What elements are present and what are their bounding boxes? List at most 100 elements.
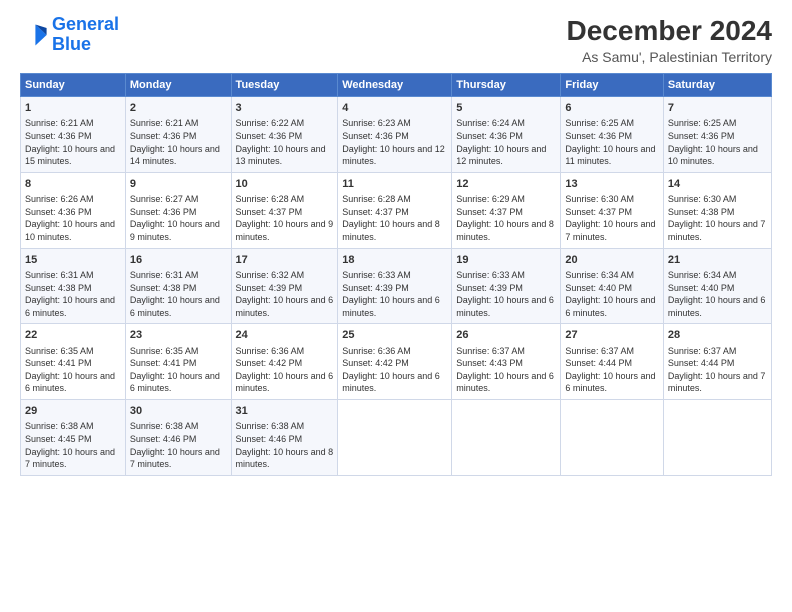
daylight-label: Daylight: 10 hours and 7 minutes. [565, 219, 655, 242]
sunset: Sunset: 4:38 PM [25, 283, 92, 293]
sunrise: Sunrise: 6:26 AM [25, 194, 94, 204]
sunset: Sunset: 4:46 PM [236, 434, 303, 444]
col-header-thursday: Thursday [452, 74, 561, 97]
logo-text: General Blue [52, 15, 119, 55]
cell-week3-day3: 18Sunrise: 6:33 AMSunset: 4:39 PMDayligh… [338, 248, 452, 324]
day-number: 30 [130, 404, 227, 419]
cell-week3-day5: 20Sunrise: 6:34 AMSunset: 4:40 PMDayligh… [561, 248, 663, 324]
sunrise: Sunrise: 6:33 AM [456, 270, 525, 280]
cell-week4-day2: 24Sunrise: 6:36 AMSunset: 4:42 PMDayligh… [231, 324, 338, 400]
cell-week2-day3: 11Sunrise: 6:28 AMSunset: 4:37 PMDayligh… [338, 172, 452, 248]
day-number: 26 [456, 328, 556, 343]
sunset: Sunset: 4:43 PM [456, 358, 523, 368]
daylight-label: Daylight: 10 hours and 8 minutes. [456, 219, 554, 242]
daylight-label: Daylight: 10 hours and 6 minutes. [456, 371, 554, 394]
day-number: 12 [456, 177, 556, 192]
week-row-2: 8Sunrise: 6:26 AMSunset: 4:36 PMDaylight… [21, 172, 772, 248]
header-row: SundayMondayTuesdayWednesdayThursdayFrid… [21, 74, 772, 97]
cell-week5-day2: 31Sunrise: 6:38 AMSunset: 4:46 PMDayligh… [231, 400, 338, 476]
day-number: 9 [130, 177, 227, 192]
sunrise: Sunrise: 6:34 AM [668, 270, 737, 280]
calendar-table: SundayMondayTuesdayWednesdayThursdayFrid… [20, 73, 772, 476]
sunset: Sunset: 4:42 PM [236, 358, 303, 368]
subtitle: As Samu', Palestinian Territory [567, 49, 772, 65]
sunrise: Sunrise: 6:21 AM [130, 118, 199, 128]
sunset: Sunset: 4:36 PM [25, 207, 92, 217]
sunset: Sunset: 4:36 PM [342, 131, 409, 141]
cell-week2-day1: 9Sunrise: 6:27 AMSunset: 4:36 PMDaylight… [125, 172, 231, 248]
daylight-label: Daylight: 10 hours and 10 minutes. [668, 144, 758, 167]
day-number: 16 [130, 253, 227, 268]
header: General Blue December 2024 As Samu', Pal… [20, 15, 772, 65]
cell-week1-day2: 3Sunrise: 6:22 AMSunset: 4:36 PMDaylight… [231, 97, 338, 173]
sunset: Sunset: 4:41 PM [25, 358, 92, 368]
daylight-label: Daylight: 10 hours and 6 minutes. [236, 371, 334, 394]
day-number: 5 [456, 101, 556, 116]
sunset: Sunset: 4:44 PM [668, 358, 735, 368]
col-header-saturday: Saturday [663, 74, 771, 97]
sunset: Sunset: 4:38 PM [668, 207, 735, 217]
cell-week1-day0: 1Sunrise: 6:21 AMSunset: 4:36 PMDaylight… [21, 97, 126, 173]
day-number: 19 [456, 253, 556, 268]
cell-week4-day6: 28 Sunrise: 6:37 AM Sunset: 4:44 PM Dayligh… [663, 324, 771, 400]
sunset: Sunset: 4:39 PM [342, 283, 409, 293]
sunrise: Sunrise: 6:25 AM [668, 118, 737, 128]
day-number: 1 [25, 101, 121, 116]
daylight-label: Daylight: 10 hours and 7 minutes. [668, 219, 766, 242]
day-number: 15 [25, 253, 121, 268]
sunrise: Sunrise: 6:31 AM [25, 270, 94, 280]
day-number: 24 [236, 328, 334, 343]
cell-week4-day1: 23Sunrise: 6:35 AMSunset: 4:41 PMDayligh… [125, 324, 231, 400]
day-number: 4 [342, 101, 447, 116]
cell-week3-day6: 21Sunrise: 6:34 AMSunset: 4:40 PMDayligh… [663, 248, 771, 324]
col-header-tuesday: Tuesday [231, 74, 338, 97]
cell-week1-day3: 4Sunrise: 6:23 AMSunset: 4:36 PMDaylight… [338, 97, 452, 173]
daylight-label: Daylight: 10 hours and 7 minutes. [130, 447, 220, 470]
day-number: 28 [668, 328, 767, 343]
sunset: Sunset: 4:44 PM [565, 358, 632, 368]
sunrise: Sunrise: 6:22 AM [236, 118, 305, 128]
daylight-label: Daylight: 10 hours and 9 minutes. [130, 219, 220, 242]
day-number: 14 [668, 177, 767, 192]
day-number: 25 [342, 328, 447, 343]
sunrise: Sunrise: 6:38 AM [25, 421, 94, 431]
sunrise: Sunrise: 6:35 AM [25, 346, 94, 356]
sunrise: Sunrise: 6:28 AM [236, 194, 305, 204]
week-row-3: 15 Sunrise: 6:31 AM Sunset: 4:38 PM Dayligh… [21, 248, 772, 324]
sunset: Sunset: 4:40 PM [565, 283, 632, 293]
cell-week5-day3 [338, 400, 452, 476]
day-number: 21 [668, 253, 767, 268]
sunrise: Sunrise: 6:24 AM [456, 118, 525, 128]
day-number: 6 [565, 101, 658, 116]
daylight-label: Daylight: 10 hours and 6 minutes. [130, 295, 220, 318]
main-title: December 2024 [567, 15, 772, 47]
sunrise: Sunrise: 6:25 AM [565, 118, 634, 128]
cell-week2-day4: 12Sunrise: 6:29 AMSunset: 4:37 PMDayligh… [452, 172, 561, 248]
sunrise: Sunrise: 6:29 AM [456, 194, 525, 204]
cell-week2-day0: 8Sunrise: 6:26 AMSunset: 4:36 PMDaylight… [21, 172, 126, 248]
sunset: Sunset: 4:39 PM [456, 283, 523, 293]
daylight-label: Daylight: 10 hours and 8 minutes. [236, 447, 334, 470]
col-header-friday: Friday [561, 74, 663, 97]
sunrise: Sunrise: 6:37 AM [565, 346, 634, 356]
daylight-label: Daylight: 10 hours and 12 minutes. [456, 144, 546, 167]
daylight-label: Daylight: 10 hours and 7 minutes. [668, 371, 766, 394]
cell-week2-day2: 10Sunrise: 6:28 AMSunset: 4:37 PMDayligh… [231, 172, 338, 248]
page: General Blue December 2024 As Samu', Pal… [0, 0, 792, 612]
daylight-label: Daylight: 10 hours and 6 minutes. [565, 371, 655, 394]
sunrise: Sunrise: 6:30 AM [668, 194, 737, 204]
cell-week5-day1: 30Sunrise: 6:38 AMSunset: 4:46 PMDayligh… [125, 400, 231, 476]
sunset: Sunset: 4:42 PM [342, 358, 409, 368]
sunrise: Sunrise: 6:32 AM [236, 270, 305, 280]
daylight-label: Daylight: 10 hours and 14 minutes. [130, 144, 220, 167]
cell-week5-day5 [561, 400, 663, 476]
daylight-label: Daylight: 10 hours and 6 minutes. [668, 295, 766, 318]
sunrise: Sunrise: 6:23 AM [342, 118, 411, 128]
day-number: 17 [236, 253, 334, 268]
sunrise: Sunrise: 6:38 AM [236, 421, 305, 431]
sunrise: Sunrise: 6:37 AM [668, 346, 737, 356]
daylight-label: Daylight: 10 hours and 9 minutes. [236, 219, 334, 242]
day-number: 2 [130, 101, 227, 116]
daylight-label: Daylight: 10 hours and 11 minutes. [565, 144, 655, 167]
sunrise: Sunrise: 6:21 AM [25, 118, 94, 128]
